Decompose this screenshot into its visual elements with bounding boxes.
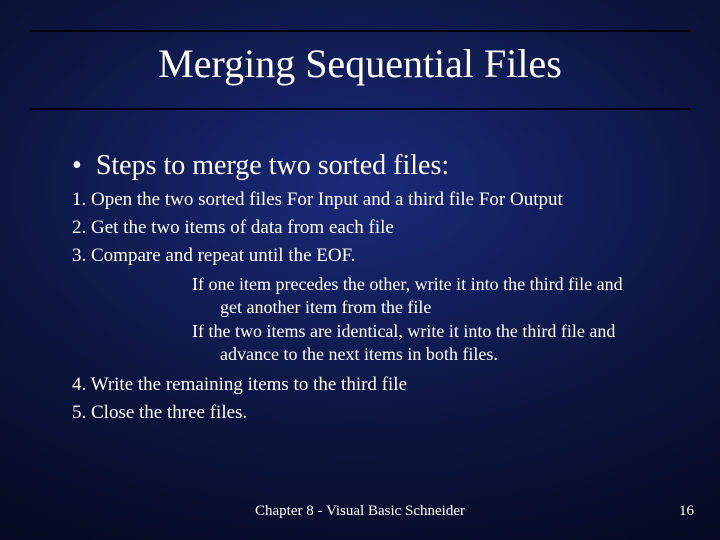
substep-2-line1: If the two items are identical, write it… [192,320,662,343]
footer-text: Chapter 8 - Visual Basic Schneider [0,503,720,520]
substep-1-line1: If one item precedes the other, write it… [192,273,662,296]
title-rule-top [30,30,690,32]
step-2: 2. Get the two items of data from each f… [72,216,682,240]
step-3: 3. Compare and repeat until the EOF. [72,244,682,268]
slide-title: Merging Sequential Files [0,40,720,87]
slide: Merging Sequential Files • Steps to merg… [0,0,720,540]
slide-body: • Steps to merge two sorted files: 1. Op… [72,150,682,425]
title-rule-bottom [30,108,690,110]
step-4: 4. Write the remaining items to the thir… [72,373,682,397]
bullet-icon: • [72,152,82,180]
substep-1-line2: get another item from the file [192,296,662,319]
bullet-text: Steps to merge two sorted files: [96,150,449,182]
step-1: 1. Open the two sorted files For Input a… [72,188,682,212]
step-5: 5. Close the three files. [72,401,682,425]
bullet-item: • Steps to merge two sorted files: [72,150,682,182]
substep-2-line2: advance to the next items in both files. [192,343,662,366]
page-number: 16 [679,503,694,520]
step-3-substeps: If one item precedes the other, write it… [192,273,662,365]
